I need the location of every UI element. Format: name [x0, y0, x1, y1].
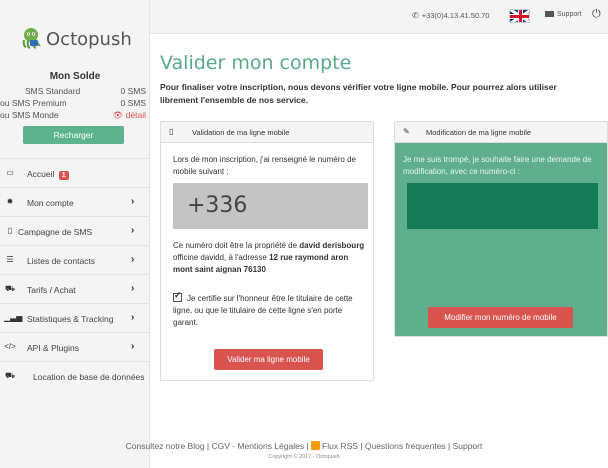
notification-badge: 1	[58, 171, 69, 180]
registration-text: Lors de mon inscription, j'ai renseigné …	[173, 155, 356, 176]
octopus-icon	[22, 28, 41, 49]
sidebar: Octopush Mon Solde SMS Standard 0 SMS ou…	[0, 0, 150, 468]
balance-value: 0 SMS	[120, 98, 146, 108]
validate-line-button[interactable]: Valider ma ligne mobile	[214, 349, 323, 370]
phone-icon: ✆	[412, 11, 419, 20]
detail-link[interactable]: 👁 détail	[113, 110, 147, 121]
sidebar-item-label: Tarifs / Achat	[27, 285, 76, 295]
sidebar-item-accueil[interactable]: ▭ Accueil 1	[0, 158, 150, 187]
panel-title: Validation de ma ligne mobile	[192, 128, 290, 137]
power-icon[interactable]: ⏻	[592, 8, 601, 21]
ownership-text-part: Ce numéro doit être la propriété de	[173, 241, 300, 250]
modify-number-button[interactable]: Modifier mon numéro de mobile	[428, 307, 573, 328]
sidebar-item-label: Accueil	[27, 169, 55, 179]
phone-contact[interactable]: ✆ +33(0)4.13.41.50.70	[412, 11, 489, 20]
eye-icon: 👁	[112, 110, 124, 120]
cart-icon: ⛟	[4, 284, 16, 293]
balance-value: 0 SMS	[120, 86, 146, 96]
certify-label: Je certifie sur l'honneur être le titula…	[173, 294, 353, 327]
envelope-icon	[545, 11, 554, 18]
sidebar-item-api[interactable]: </> API & Plugins ›	[0, 332, 150, 361]
sidebar-item-contacts[interactable]: ☰ Listes de contacts ›	[0, 245, 150, 274]
top-bar	[150, 0, 608, 34]
recharge-button[interactable]: Recharger	[23, 126, 124, 144]
desktop-icon: ▭	[6, 168, 14, 177]
panel-title: Modification de ma ligne mobile	[426, 128, 532, 137]
phone-icon: ▯	[7, 226, 13, 235]
sidebar-item-label: API & Plugins	[27, 343, 79, 353]
panel-header: ▯ Validation de ma ligne mobile	[161, 122, 373, 143]
sidebar-item-label: Campagne de SMS	[18, 227, 93, 237]
phone-number: +33(0)4.13.41.50.70	[421, 11, 490, 20]
new-number-input[interactable]	[407, 183, 598, 229]
mobile-number: +336	[187, 193, 248, 218]
brand-name: Octopush	[46, 29, 132, 50]
ownership-text: Ce numéro doit être la propriété de davi…	[173, 240, 368, 276]
chevron-right-icon: ›	[131, 341, 135, 352]
sidebar-item-location[interactable]: ⛟ Location de base de données	[0, 361, 150, 390]
support-label: Support	[557, 11, 582, 18]
footer-links-b[interactable]: | Questions fréquentes | Support	[358, 441, 482, 451]
list-icon: ☰	[6, 255, 14, 264]
modification-panel: ✎ Modification de ma ligne mobile Je me …	[394, 121, 608, 337]
support-link[interactable]: Support	[545, 11, 582, 18]
footer-links-a[interactable]: Consultez notre Blog | CGV - Mentions Lé…	[126, 441, 311, 451]
owner-name: david derisbourg	[299, 241, 365, 250]
bar-chart-icon: ▁▃▅	[4, 313, 23, 322]
sidebar-item-label: Listes de contacts	[27, 256, 96, 266]
mobile-icon: ▯	[169, 127, 174, 136]
rss-link[interactable]: Flux RSS	[322, 441, 358, 451]
footer-links[interactable]: Consultez notre Blog | CGV - Mentions Lé…	[0, 441, 608, 451]
chevron-right-icon: ›	[131, 196, 135, 207]
sidebar-item-label: Location de base de données	[33, 372, 145, 382]
detail-label: détail	[125, 110, 146, 120]
modification-text: Je me suis trompé, je souhaite faire une…	[403, 155, 592, 176]
intro-text: Pour finaliser votre inscription, nous d…	[160, 82, 557, 105]
rss-icon	[311, 441, 321, 450]
validation-panel: ▯ Validation de ma ligne mobile Lors de …	[160, 121, 374, 381]
sidebar-item-statistiques[interactable]: ▁▃▅ Statistiques & Tracking ›	[0, 303, 150, 332]
mobile-number-display: +336	[173, 183, 368, 229]
sidebar-item-label: Statistiques & Tracking	[27, 314, 114, 324]
sidebar-item-tarifs[interactable]: ⛟ Tarifs / Achat ›	[0, 274, 150, 303]
chevron-right-icon: ›	[131, 283, 135, 294]
balance-label: ou SMS Premium	[0, 98, 67, 108]
sidebar-item-campagne[interactable]: ▯ Campagne de SMS ›	[0, 216, 150, 245]
uk-flag-icon[interactable]	[509, 9, 530, 23]
balance-title: Mon Solde	[49, 71, 101, 82]
ownership-text-part: officine davidd, à l'adresse	[173, 253, 270, 262]
chevron-right-icon: ›	[131, 225, 135, 236]
cart-icon: ⛟	[4, 371, 16, 380]
gear-icon: ✹	[6, 197, 14, 206]
code-icon: </>	[4, 342, 16, 351]
sidebar-item-mon-compte[interactable]: ✹ Mon compte ›	[0, 187, 150, 216]
chevron-right-icon: ›	[131, 312, 135, 323]
balance-label: ou SMS Monde	[0, 110, 59, 120]
sidebar-menu: ▭ Accueil 1 ✹ Mon compte › ▯ Campagne de…	[0, 158, 150, 390]
copyright: Copyright © 2017 - Octopush	[268, 454, 340, 460]
balance-label: SMS Standard	[25, 86, 81, 96]
octopush-logo[interactable]: Octopush	[20, 25, 140, 53]
edit-icon: ✎	[403, 127, 410, 136]
panel-header: ✎ Modification de ma ligne mobile	[395, 122, 607, 143]
sidebar-item-label: Mon compte	[27, 198, 74, 208]
page-title: Valider mon compte	[160, 52, 352, 74]
chevron-right-icon: ›	[131, 254, 135, 265]
